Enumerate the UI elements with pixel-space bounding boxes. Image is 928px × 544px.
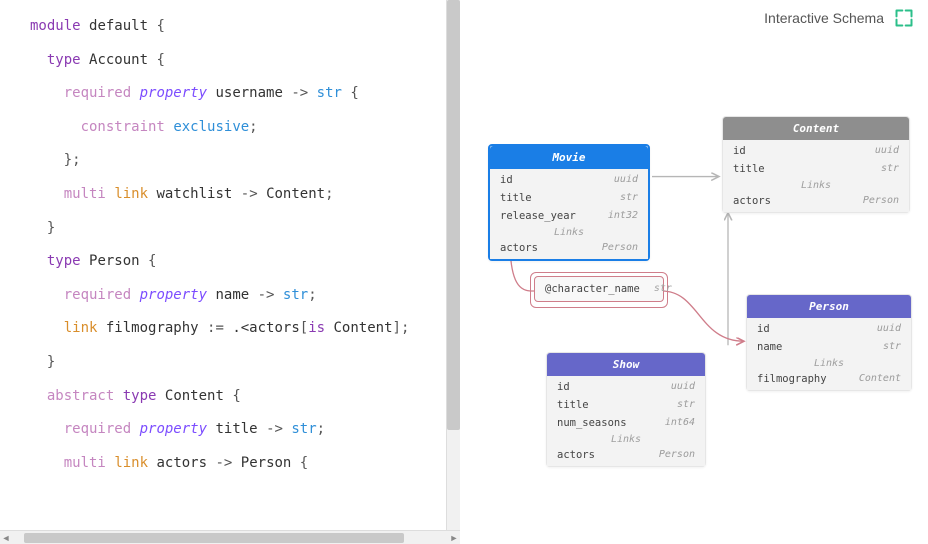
entity-link-row: actorsPerson <box>547 446 705 464</box>
code-line: type Account { <box>0 44 460 78</box>
code-line: }; <box>0 144 460 178</box>
links-section-label: Links <box>490 225 648 239</box>
schema-title: Interactive Schema <box>764 10 884 26</box>
code-line: } <box>0 212 460 246</box>
entity-property-row: titlestr <box>490 189 648 207</box>
code-line: module default { <box>0 10 460 44</box>
entity-title: Content <box>723 117 909 140</box>
entity-property-row: iduuid <box>747 320 911 338</box>
code-line: required property name -> str; <box>0 279 460 313</box>
entity-property-row: namestr <box>747 338 911 356</box>
entity-title: Person <box>747 295 911 318</box>
code-pane: module default { type Account { required… <box>0 0 460 544</box>
entity-link-row: actorsPerson <box>490 239 648 257</box>
code-line: required property title -> str; <box>0 413 460 447</box>
linkprop-name: @character_name <box>545 283 640 295</box>
code-editor[interactable]: module default { type Account { required… <box>0 0 460 530</box>
entity-property-row: num_seasonsint64 <box>547 414 705 432</box>
code-line: link filmography := .<actors[is Content]… <box>0 312 460 346</box>
horizontal-scroll-thumb[interactable] <box>24 533 404 543</box>
entity-property-row: release_yearint32 <box>490 207 648 225</box>
entity-property-row: titlestr <box>547 396 705 414</box>
vertical-scroll-thumb[interactable] <box>447 0 460 430</box>
entity-movie[interactable]: Movie iduuidtitlestrrelease_yearint32Lin… <box>488 144 650 261</box>
links-section-label: Links <box>723 178 909 192</box>
scroll-right-arrow-icon[interactable]: ► <box>448 533 460 543</box>
code-line: multi link actors -> Person { <box>0 447 460 481</box>
entity-content[interactable]: Content iduuidtitlestrLinksactorsPerson <box>722 116 910 213</box>
entity-property-row: iduuid <box>547 378 705 396</box>
code-line: type Person { <box>0 245 460 279</box>
entity-title: Show <box>547 353 705 376</box>
code-line: required property username -> str { <box>0 77 460 111</box>
entity-property-row: iduuid <box>723 142 909 160</box>
scroll-left-arrow-icon[interactable]: ◄ <box>0 533 12 543</box>
link-property-box[interactable]: @character_name str <box>534 276 664 302</box>
code-line: multi link watchlist -> Content; <box>0 178 460 212</box>
schema-canvas[interactable]: Content iduuidtitlestrLinksactorsPerson … <box>474 36 914 538</box>
code-line: abstract type Content { <box>0 380 460 414</box>
links-section-label: Links <box>747 356 911 370</box>
linkprop-type: str <box>654 283 672 295</box>
entity-property-row: iduuid <box>490 171 648 189</box>
links-section-label: Links <box>547 432 705 446</box>
code-line: constraint exclusive; <box>0 111 460 145</box>
entity-link-row: actorsPerson <box>723 192 909 210</box>
vertical-scrollbar[interactable] <box>446 0 460 530</box>
entity-link-row: filmographyContent <box>747 370 911 388</box>
entity-person[interactable]: Person iduuidnamestrLinksfilmographyCont… <box>746 294 912 391</box>
schema-pane: Interactive Schema Co <box>460 0 928 544</box>
horizontal-scrollbar[interactable]: ◄ ► <box>0 530 460 544</box>
entity-property-row: titlestr <box>723 160 909 178</box>
code-line: } <box>0 346 460 380</box>
entity-title: Movie <box>490 146 648 169</box>
entity-show[interactable]: Show iduuidtitlestrnum_seasonsint64Links… <box>546 352 706 467</box>
expand-icon[interactable] <box>894 8 914 28</box>
